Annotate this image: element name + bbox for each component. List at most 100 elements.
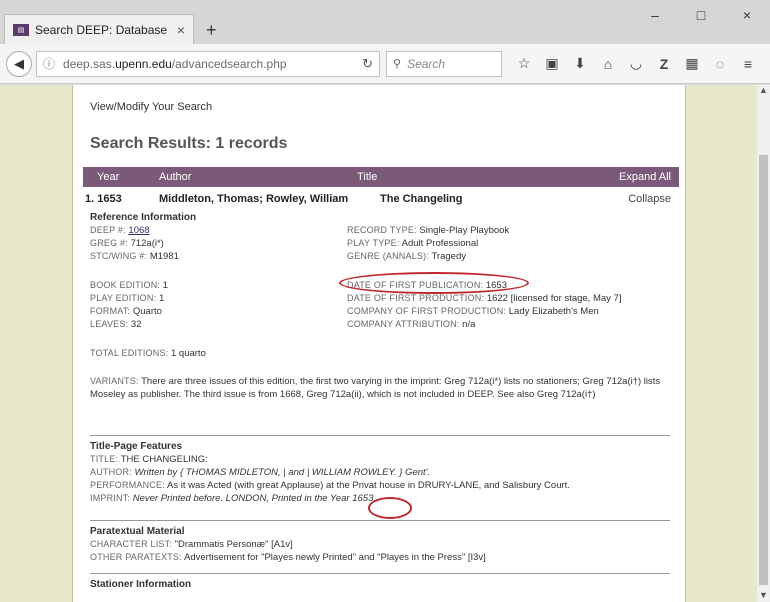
url-text: deep.sas.upenn.edu/advancedsearch.php: [63, 56, 287, 71]
modify-search-link[interactable]: View/Modify Your Search: [90, 101, 212, 113]
character-list-value: "Drammatis Personæ" [A1v]: [174, 539, 293, 550]
deep-number-link[interactable]: 1068: [128, 225, 149, 236]
header-author[interactable]: Author: [159, 171, 191, 183]
variants-value: There are three issues of this edition, …: [90, 376, 661, 400]
scroll-down-icon[interactable]: ▼: [757, 590, 770, 602]
header-title[interactable]: Title: [357, 171, 377, 183]
minimize-button[interactable]: –: [632, 0, 678, 30]
first-production-value: 1622 [licensed for stage, May 7]: [486, 293, 622, 304]
back-arrow-icon[interactable]: ◀: [6, 50, 32, 77]
site-favicon-icon: ▤: [13, 23, 29, 36]
stc-label: STC/WING #:: [90, 251, 148, 261]
leaves-label: LEAVES:: [90, 319, 129, 329]
greg-label: GREG #:: [90, 238, 128, 248]
play-type-label: PLAY TYPE:: [347, 238, 400, 248]
paratextual-section: Paratextual Material CHARACTER LIST: "Dr…: [90, 525, 670, 565]
title-page-section-title: Title-Page Features: [90, 441, 183, 452]
results-panel: View/Modify Your Search Search Results: …: [72, 85, 686, 602]
first-production-label: DATE OF FIRST PRODUCTION:: [347, 293, 485, 303]
tab-close-icon[interactable]: ×: [177, 22, 185, 38]
play-edition-value: 1: [158, 293, 165, 304]
attribution-label: COMPANY ATTRIBUTION:: [347, 319, 460, 329]
attribution-value: n/a: [462, 319, 476, 330]
character-list-label: CHARACTER LIST:: [90, 539, 173, 549]
record-title: The Changeling: [380, 193, 463, 205]
bookmark-star-icon[interactable]: ☆: [510, 51, 538, 77]
format-label: FORMAT:: [90, 306, 131, 316]
info-icon[interactable]: ⓘ: [43, 55, 55, 72]
record-author: Middleton, Thomas; Rowley, William: [159, 193, 349, 205]
stc-value: M1981: [149, 251, 179, 262]
performance-value: As it was Acted (with great Applause) at…: [167, 480, 570, 491]
search-icon: ⚲: [393, 58, 402, 70]
genre-label: GENRE (ANNALS):: [347, 251, 430, 261]
paratextual-section-title: Paratextual Material: [90, 526, 185, 537]
company-value: Lady Elizabeth's Men: [508, 306, 599, 317]
imprint-value: Never Printed before. LONDON, Printed in…: [132, 493, 377, 504]
zotero-icon[interactable]: Z: [650, 51, 678, 77]
scroll-up-icon[interactable]: ▲: [757, 85, 770, 97]
annotation-circle: [368, 497, 412, 519]
results-heading: Search Results: 1 records: [90, 135, 288, 152]
reference-section-title: Reference Information: [90, 212, 197, 223]
author-value: Written by { THOMAS MIDLETON, | and | WI…: [134, 467, 431, 478]
other-paratexts-label: OTHER PARATEXTS:: [90, 552, 182, 562]
search-placeholder: Search: [407, 56, 446, 71]
address-bar[interactable]: ⓘ deep.sas.upenn.edu/advancedsearch.php …: [36, 50, 380, 77]
expand-all-link[interactable]: Expand All: [619, 171, 671, 183]
deep-label: DEEP #:: [90, 225, 126, 235]
window-controls: – □ ×: [632, 0, 770, 30]
maximize-button[interactable]: □: [678, 0, 724, 30]
annotation-ellipse: [339, 272, 529, 294]
reference-section: Reference Information DEEP #: 1068 GREG …: [90, 211, 670, 400]
results-table-header: Year Author Title Expand All: [83, 167, 679, 187]
home-icon[interactable]: ⌂: [594, 51, 622, 77]
play-edition-label: PLAY EDITION:: [90, 293, 157, 303]
collapse-link[interactable]: Collapse: [628, 193, 671, 205]
record-type-label: RECORD TYPE:: [347, 225, 417, 235]
title-value: THE CHANGELING:: [120, 454, 208, 465]
section-divider: [90, 573, 670, 574]
variants-block: VARIANTS: There are three issues of this…: [90, 375, 668, 401]
search-input[interactable]: ⚲ Search: [386, 50, 502, 77]
reading-list-icon[interactable]: ▣: [538, 51, 566, 77]
section-divider: [90, 520, 670, 521]
section-divider: [90, 435, 670, 436]
pocket-icon[interactable]: ◡: [622, 51, 650, 77]
other-paratexts-value: Advertisement for "Playes newly Printed"…: [184, 552, 486, 563]
page-viewport: View/Modify Your Search Search Results: …: [0, 85, 757, 602]
menu-icon[interactable]: ≡: [734, 51, 762, 77]
greg-value: 712a(i*): [130, 238, 164, 249]
imprint-label: IMPRINT:: [90, 493, 131, 503]
header-year[interactable]: Year: [97, 171, 119, 183]
company-label: COMPANY OF FIRST PRODUCTION:: [347, 306, 507, 316]
stationer-section-title: Stationer Information: [90, 579, 192, 590]
variants-label: VARIANTS:: [90, 376, 139, 386]
format-value: Quarto: [132, 306, 162, 317]
book-edition-label: BOOK EDITION:: [90, 280, 161, 290]
download-icon[interactable]: ⬇: [566, 51, 594, 77]
scrollbar-thumb[interactable]: [759, 155, 768, 585]
tab-strip: ▤ Search DEEP: Database of ... × + – □ ×: [0, 0, 770, 44]
genre-value: Tragedy: [431, 251, 466, 262]
book-edition-value: 1: [162, 280, 169, 291]
record-type-value: Single-Play Playbook: [419, 225, 510, 236]
stationer-section: Stationer Information: [90, 578, 670, 598]
new-tab-button[interactable]: +: [206, 20, 217, 41]
navigation-bar: ◀ ⓘ deep.sas.upenn.edu/advancedsearch.ph…: [0, 44, 770, 84]
table-row[interactable]: 1. 1653 Middleton, Thomas; Rowley, Willi…: [83, 191, 679, 209]
qr-code-icon[interactable]: ▦: [678, 51, 706, 77]
total-editions-label: TOTAL EDITIONS:: [90, 348, 169, 358]
play-type-value: Adult Professional: [401, 238, 479, 249]
sync-icon[interactable]: ◌: [706, 51, 734, 77]
close-window-button[interactable]: ×: [724, 0, 770, 30]
browser-tab[interactable]: ▤ Search DEEP: Database of ... ×: [4, 14, 194, 44]
reload-icon[interactable]: ↻: [362, 56, 373, 72]
author-label: AUTHOR:: [90, 467, 132, 477]
title-label: TITLE:: [90, 454, 119, 464]
record-year: 1. 1653: [85, 193, 122, 205]
total-editions-value: 1 quarto: [171, 348, 206, 359]
performance-label: PERFORMANCE:: [90, 480, 165, 490]
leaves-value: 32: [130, 319, 142, 330]
vertical-scrollbar[interactable]: ▲ ▼: [757, 85, 770, 602]
